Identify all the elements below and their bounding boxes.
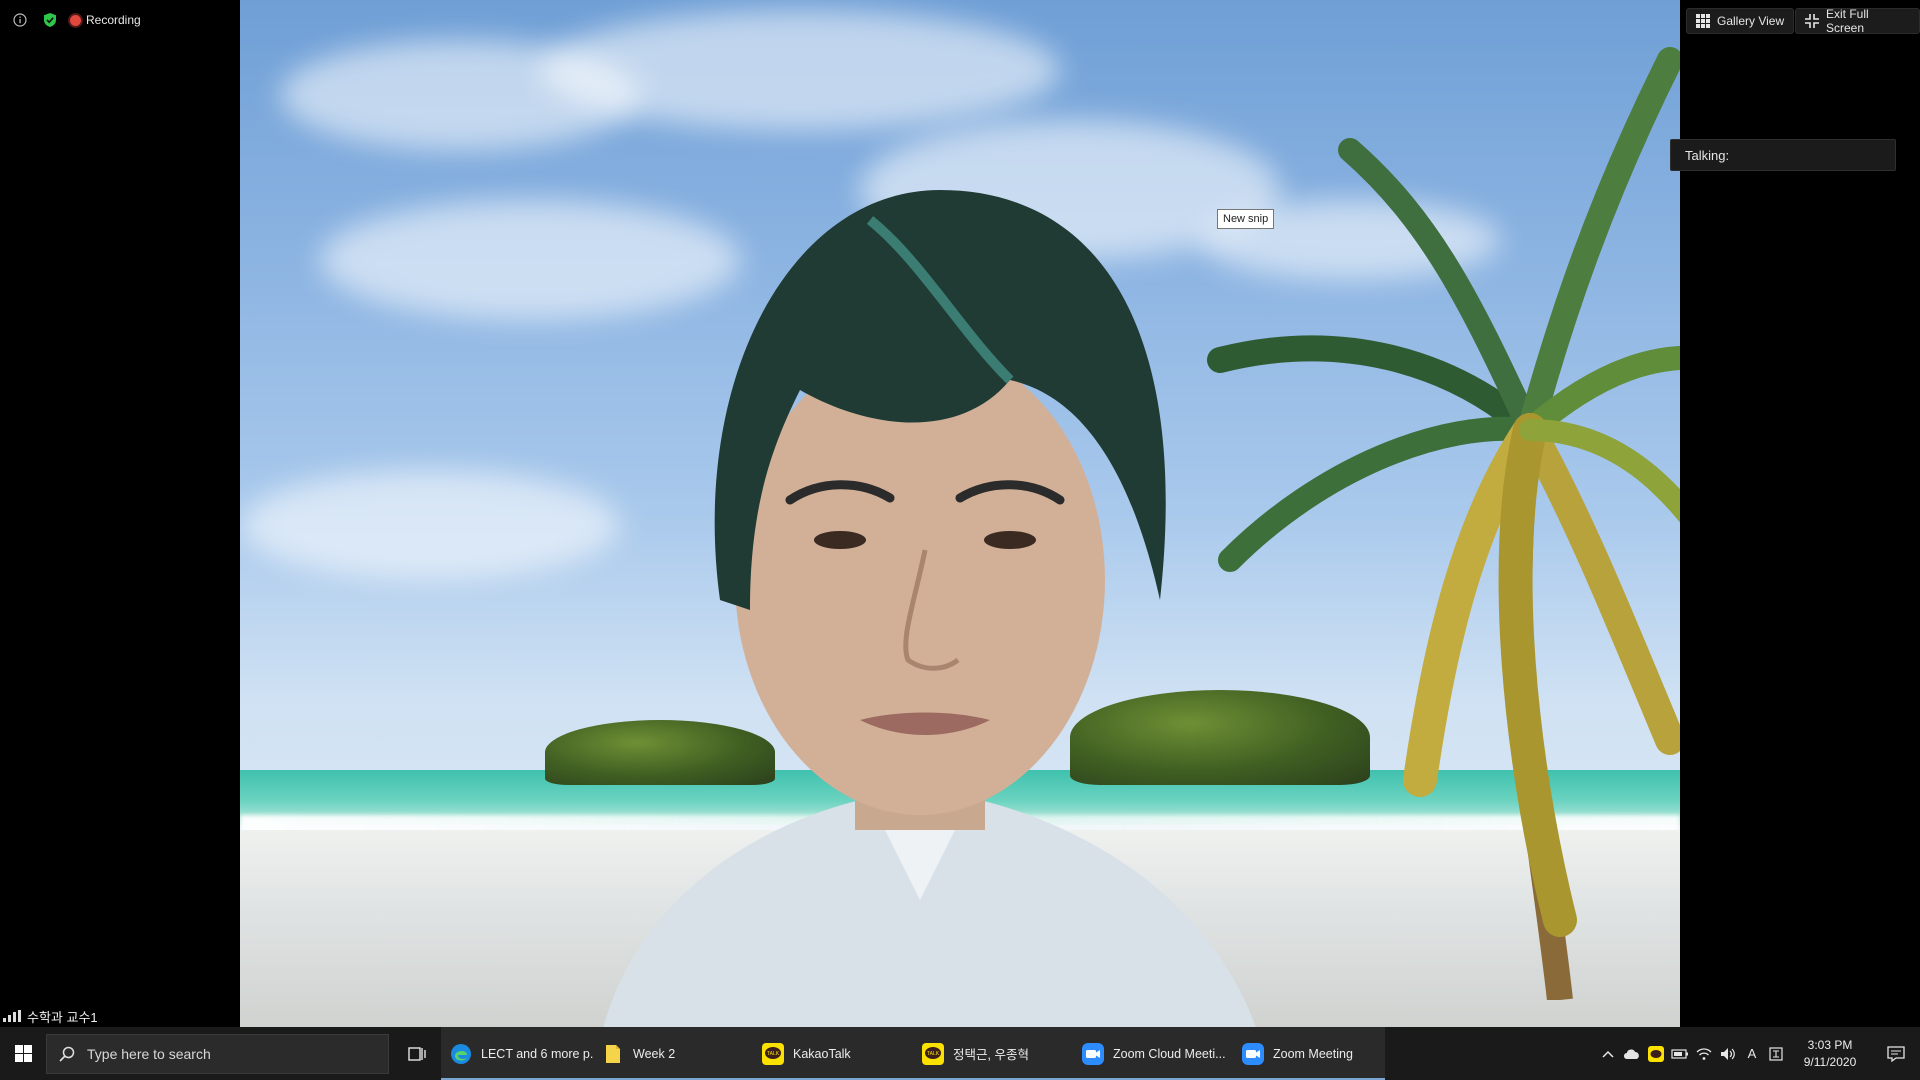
volume-icon[interactable]	[1716, 1027, 1740, 1080]
folder-icon	[601, 1042, 625, 1066]
taskbar-app-edge[interactable]: LECT and 6 more p...	[441, 1027, 593, 1080]
taskbar-app-label: 정택근, 우종혁	[953, 1048, 1029, 1062]
exit-full-screen-label: Exit Full Screen	[1826, 7, 1869, 35]
taskbar-app-zoom-cloud[interactable]: Zoom Cloud Meeti...	[1073, 1027, 1233, 1080]
taskbar-search-box[interactable]: Type here to search	[46, 1033, 389, 1074]
taskbar-clock[interactable]: 3:03 PM 9/11/2020	[1788, 1027, 1872, 1080]
participant-name-tag: 수학과 교수1	[0, 1005, 104, 1027]
encryption-shield-icon[interactable]	[40, 10, 60, 30]
new-snip-tooltip: New snip	[1217, 209, 1275, 229]
recording-indicator[interactable]: Recording	[70, 13, 141, 27]
gallery-grid-icon	[1696, 14, 1710, 28]
taskbar-app-week2[interactable]: Week 2	[593, 1027, 753, 1080]
start-button[interactable]	[0, 1027, 46, 1080]
kakaotalk-icon: TALK	[761, 1042, 785, 1066]
cloud-icon[interactable]	[1620, 1027, 1644, 1080]
recording-label: Recording	[86, 13, 141, 27]
participant-video[interactable]	[240, 0, 1680, 1027]
zoom-icon	[1081, 1042, 1105, 1066]
wifi-icon[interactable]	[1692, 1027, 1716, 1080]
kakaotalk-icon: TALK	[921, 1042, 945, 1066]
windows-logo-icon	[14, 1045, 32, 1062]
taskbar-app-label: LECT and 6 more p...	[481, 1046, 593, 1061]
participant-person	[603, 190, 1256, 1027]
svg-text:TALK: TALK	[767, 1051, 780, 1057]
search-icon	[59, 1046, 75, 1062]
task-view-button[interactable]	[393, 1027, 441, 1080]
search-placeholder: Type here to search	[87, 1045, 211, 1062]
info-icon[interactable]	[10, 10, 30, 30]
action-center-button[interactable]	[1872, 1027, 1920, 1080]
taskbar-app-kakaotalk[interactable]: TALK KakaoTalk	[753, 1027, 913, 1080]
taskbar-app-label: Zoom Cloud Meeti...	[1113, 1046, 1226, 1061]
zoom-icon	[1241, 1042, 1265, 1066]
talking-indicator: Talking:	[1670, 139, 1896, 171]
recording-dot-icon	[70, 14, 81, 26]
clock-time: 3:03 PM	[1807, 1037, 1853, 1052]
language-label: A	[1747, 1046, 1757, 1061]
input-language-indicator[interactable]: A	[1740, 1027, 1764, 1080]
talking-label: Talking:	[1685, 147, 1730, 163]
signal-strength-icon	[3, 1010, 21, 1022]
chevron-up-icon[interactable]	[1596, 1027, 1620, 1080]
cloud	[540, 10, 1060, 130]
new-snip-label: New snip	[1223, 213, 1269, 225]
taskbar-app-label: Zoom Meeting	[1273, 1046, 1353, 1061]
task-view-icon	[408, 1046, 426, 1061]
exit-full-screen-button[interactable]: Exit Full Screen	[1795, 7, 1920, 35]
clock-date: 9/11/2020	[1803, 1054, 1857, 1069]
gallery-view-button[interactable]: Gallery View	[1686, 8, 1795, 34]
exit-full-screen-icon	[1805, 14, 1819, 28]
taskbar-app-label: KakaoTalk	[793, 1046, 851, 1061]
screen: Recording Gallery View Exit Full Screen …	[0, 0, 1920, 1080]
svg-text:TALK: TALK	[927, 1051, 940, 1057]
meeting-status-bar: Recording	[10, 10, 141, 30]
notification-icon	[1887, 1045, 1905, 1062]
windows-taskbar: Type here to search LECT and 6 more p...…	[0, 1027, 1920, 1080]
kakaotalk-tray-icon[interactable]	[1644, 1027, 1668, 1080]
taskbar-app-kakaotalk-chat[interactable]: TALK 정택근, 우종혁	[913, 1027, 1073, 1080]
battery-icon[interactable]	[1668, 1027, 1692, 1080]
taskbar-app-label: Week 2	[633, 1046, 676, 1061]
system-tray: A 3:03 PM 9/11/2020	[1596, 1027, 1920, 1080]
taskbar-app-zoom-meeting[interactable]: Zoom Meeting	[1233, 1027, 1385, 1080]
ime-icon[interactable]	[1764, 1027, 1788, 1080]
edge-icon	[449, 1042, 473, 1066]
gallery-view-label: Gallery View	[1717, 14, 1785, 28]
participant-name: 수학과 교수1	[27, 1009, 98, 1025]
